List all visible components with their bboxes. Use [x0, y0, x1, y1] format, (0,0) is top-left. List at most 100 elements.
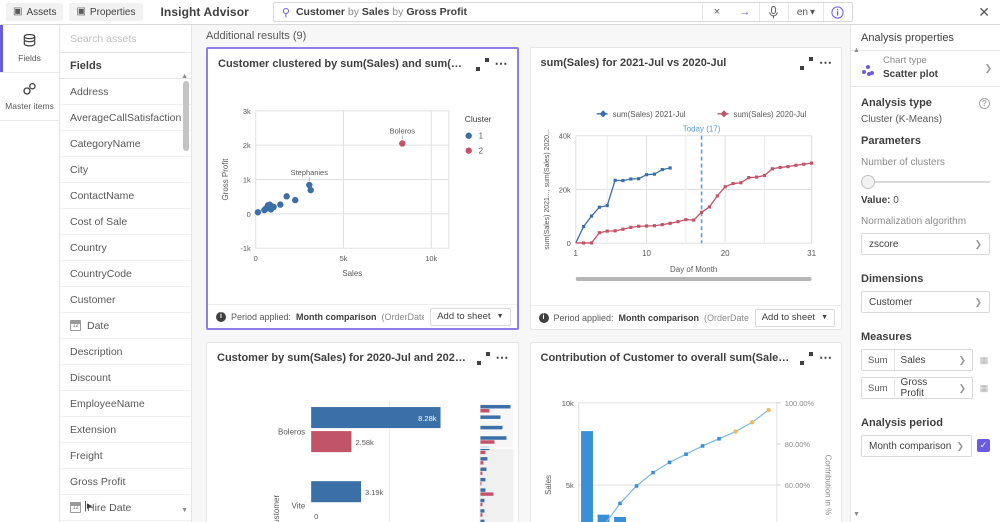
measure-gross-profit[interactable]: Sum Gross Profit ❯	[861, 377, 973, 399]
info-glyph	[831, 5, 845, 19]
card-body: Boleros8.28k2.58kVite3.19k0Stephanies3.1…	[207, 373, 518, 522]
data-point	[261, 206, 268, 214]
assets-toggle-button[interactable]: ▣ Assets	[6, 3, 64, 21]
asset-field-item[interactable]: Discount	[60, 365, 191, 391]
y-tick-label: 1k	[243, 175, 251, 184]
rail-item-master-items[interactable]: Master items	[0, 73, 59, 121]
normalization-select[interactable]: zscore ❯	[861, 233, 990, 255]
asset-field-item[interactable]: Address	[60, 79, 191, 105]
more-options-icon[interactable]: ⋯	[819, 351, 833, 364]
microphone-icon[interactable]	[760, 3, 788, 22]
asset-field-label: Cost of Sale	[70, 215, 128, 228]
scroll-up-icon[interactable]: ▲	[181, 73, 188, 80]
data-point	[707, 205, 711, 209]
parameters-section: Parameters Number of clusters Value: 0 N…	[851, 125, 1000, 255]
result-card-line[interactable]: sum(Sales) for 2021-Jul vs 2020-Jul ⋯ su…	[529, 47, 842, 330]
asset-field-item[interactable]: CountryCode	[60, 261, 191, 287]
data-point	[636, 224, 640, 228]
asset-field-item[interactable]: 12 Hire Date	[60, 495, 191, 521]
asset-field-item[interactable]: City	[60, 157, 191, 183]
asset-field-item[interactable]: Cost of Sale	[60, 209, 191, 235]
rail-item-fields[interactable]: Fields	[0, 25, 59, 73]
clear-search-icon[interactable]: ×	[703, 3, 731, 22]
help-icon[interactable]: ?	[979, 97, 990, 109]
slider-knob[interactable]	[861, 175, 875, 189]
value-label: Value:	[861, 195, 891, 206]
info-icon[interactable]	[824, 3, 852, 22]
drag-handle-icon[interactable]: ▦	[977, 377, 990, 399]
asset-field-item[interactable]: Description	[60, 339, 191, 365]
scrollbar-thumb[interactable]	[183, 81, 189, 151]
asset-field-item[interactable]: EmployeeName	[60, 391, 191, 417]
analysis-period-select[interactable]: Month comparison ❯	[861, 435, 972, 457]
asset-field-item[interactable]: Customer	[60, 287, 191, 313]
more-options-icon[interactable]: ⋯	[819, 56, 833, 69]
assets-scrollbar[interactable]: ▲ ▼	[181, 73, 189, 514]
expand-icon[interactable]	[800, 56, 813, 70]
language-selector[interactable]: en ▾	[789, 3, 823, 22]
analysis-period-checkbox[interactable]: ✓	[977, 439, 990, 452]
dimensions-label: Dimensions	[861, 273, 924, 285]
scroll-down-icon[interactable]: ▼	[181, 507, 188, 514]
asset-field-item[interactable]: Gross Profit	[60, 469, 191, 495]
search-input[interactable]: Customer by Sales by Gross Profit	[296, 6, 702, 18]
legend-title: Cluster	[465, 114, 492, 124]
y-axis-title: Gross Profit	[221, 158, 230, 201]
more-options-icon[interactable]: ⋯	[496, 351, 510, 364]
asset-field-item[interactable]: Extension	[60, 417, 191, 443]
dimension-customer[interactable]: Customer ❯	[861, 291, 990, 313]
asset-field-item[interactable]: 12 Date	[60, 313, 191, 339]
asset-field-item[interactable]: Freight	[60, 443, 191, 469]
close-icon[interactable]: ✕	[978, 5, 990, 19]
calendar-icon: 12	[70, 502, 81, 513]
bar-chart[interactable]: Boleros8.28k2.58kVite3.19k0Stephanies3.1…	[207, 373, 517, 522]
properties-toggle-button[interactable]: ▣ Properties	[69, 3, 143, 21]
pareto-chart[interactable]: 05k10k20.00%40.00%60.00%80.00%100.00%Sal…	[531, 373, 841, 522]
submit-search-icon[interactable]: →	[731, 3, 759, 22]
drag-handle-icon[interactable]: ▦	[977, 349, 990, 371]
measure-sales[interactable]: Sum Sales ❯	[861, 349, 973, 371]
collapse-panel-handle[interactable]: |▸	[84, 499, 92, 512]
assets-field-list[interactable]: Address AverageCallSatisfaction CategoryNa…	[60, 79, 191, 522]
x-tick-label: 5k	[340, 254, 348, 263]
number-of-clusters-slider[interactable]	[861, 175, 990, 189]
add-to-sheet-button[interactable]: Add to sheet ▼	[430, 307, 511, 326]
data-point	[628, 177, 632, 181]
expand-icon[interactable]	[800, 351, 813, 365]
asset-field-item[interactable]: ContactName	[60, 183, 191, 209]
line-chart[interactable]: sum(Sales) 2021-Jul sum(Sales) 2020-Jul 0 2…	[531, 78, 841, 305]
period-value: Month comparison	[296, 311, 377, 322]
add-to-sheet-button[interactable]: Add to sheet ▼	[754, 308, 835, 327]
x-axis-title: Day of Month	[670, 265, 717, 274]
data-point	[620, 178, 625, 183]
value-number: 0	[893, 195, 899, 206]
scroll-down-icon[interactable]: ▼	[853, 511, 860, 518]
asset-field-item[interactable]: CategoryName	[60, 131, 191, 157]
expand-icon[interactable]	[475, 57, 489, 71]
x-tick-label: 10	[642, 249, 651, 258]
category-label: Vite	[292, 502, 306, 511]
asset-field-item[interactable]: AverageCallSatisfaction	[60, 105, 191, 131]
y2-tick-label: 80.00%	[784, 440, 810, 449]
scatter-plot[interactable]: -1k01k2k3k0 5k 10kSalesGross ProfitBoleros…	[208, 79, 516, 304]
chart-type-row[interactable]: Chart type Scatter plot ❯	[851, 51, 1000, 87]
search-assets-input[interactable]: Search assets	[60, 25, 191, 53]
measure-row: Sum Gross Profit ❯ ▦	[861, 371, 990, 399]
asset-field-item[interactable]: Country	[60, 235, 191, 261]
more-options-icon[interactable]: ⋯	[495, 57, 509, 70]
search-bar[interactable]: ⚲ Customer by Sales by Gross Profit × →	[272, 2, 853, 22]
period-prefix: Period applied:	[231, 311, 292, 322]
chevron-right-icon: ❯	[984, 63, 992, 73]
result-card-bar[interactable]: Customer by sum(Sales) for 2020-Jul and …	[206, 342, 519, 522]
minimap-bar	[480, 457, 488, 461]
asset-field-label: Description	[70, 345, 123, 358]
result-card-scatter[interactable]: Customer clustered by sum(Sales) and sum…	[206, 47, 519, 330]
expand-icon[interactable]	[476, 351, 490, 365]
cumulative-point	[617, 501, 622, 506]
cumulative-point	[716, 436, 721, 441]
scroll-up-icon[interactable]: ▲	[853, 47, 860, 54]
measure-aggregation: Sum	[862, 378, 895, 398]
point-annotation: Boleros	[390, 127, 416, 136]
result-card-pareto[interactable]: Contribution of Customer to overall sum(…	[529, 342, 842, 522]
data-point	[636, 177, 640, 181]
